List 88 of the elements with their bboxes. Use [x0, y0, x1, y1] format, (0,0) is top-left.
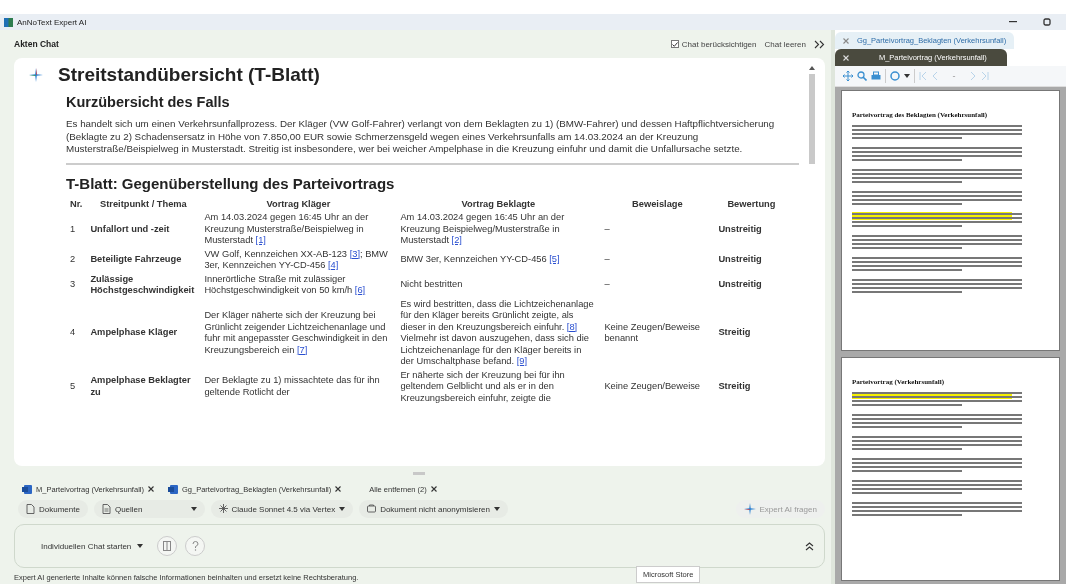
table-cell-text: Er näherte sich der Kreuzung bei für ihn geltendem Gelblicht und als er in den Kreuzungsbereich einfuhr, zeigte die	[399, 368, 566, 405]
circle-icon[interactable]	[889, 71, 900, 81]
double-chevron-up-icon[interactable]	[804, 541, 814, 551]
table-cell-text: Ampelphase Kläger	[89, 326, 179, 340]
option-button[interactable]: Dokumente	[18, 500, 88, 518]
word-document-icon	[22, 484, 32, 494]
splitter-handle[interactable]	[413, 471, 426, 475]
citation-link[interactable]: [7]	[296, 344, 308, 355]
table-cell-text: Unstreitig	[717, 278, 763, 292]
column-header: Vortrag Beklagte	[460, 197, 537, 211]
table-cell-text: –	[603, 222, 611, 236]
table-cell-text: 2	[69, 253, 77, 267]
word-document-icon	[167, 484, 178, 494]
check-icon	[671, 41, 678, 47]
table-cell-text: Beteiligte Fahrzeuge	[89, 253, 183, 267]
help-button[interactable]	[185, 536, 206, 556]
column-header: Beweislage	[631, 197, 684, 211]
caret-icon	[339, 507, 346, 511]
table-cell-text: Unstreitig	[717, 222, 763, 236]
window-title: AnNoText Expert AI	[17, 17, 87, 27]
answer-title: Streitstandübersicht (T-Blatt)	[58, 64, 320, 86]
start-chat-dropdown[interactable]: Individuellen Chat starten	[35, 537, 150, 555]
document-icon	[26, 504, 35, 514]
question-icon	[191, 541, 199, 551]
move-icon[interactable]	[842, 71, 853, 81]
table-cell-text: Der Kläger näherte sich der Kreuzung bei Grünlicht zeigender Lichtzeichenanlage und fuhr mit angepasster Geschwindigkeit in den Kreuzungsbereich ein [7]	[203, 309, 389, 357]
table-cell-text: 5	[69, 380, 77, 393]
book-button[interactable]	[157, 536, 178, 556]
table-cell-text: 1	[69, 222, 77, 236]
option-dropdown[interactable]: Quellen	[93, 500, 205, 518]
book-icon	[163, 541, 172, 551]
document-list-icon	[101, 504, 111, 514]
citation-link[interactable]: [5]	[549, 254, 560, 265]
option-dropdown[interactable]: Claude Sonnet 4.5 via Vertex	[210, 500, 354, 518]
column-header: Nr.	[69, 197, 84, 211]
minimize-icon	[1009, 21, 1017, 23]
table-cell-text: Zulässige Höchstgeschwindigkeit	[89, 272, 196, 297]
caret-icon	[903, 74, 910, 78]
table-cell-text: Am 14.03.2024 gegen 16:45 Uhr an der Kreuzung Musterstraße/Beispielweg in Musterstadt [1]	[203, 211, 370, 247]
citation-link[interactable]: [8]	[566, 321, 578, 332]
caret-icon	[493, 507, 500, 511]
section-heading: Kurzübersicht des Falls	[66, 94, 231, 110]
table-cell-text: –	[603, 253, 611, 267]
citation-link[interactable]: [3]	[349, 248, 360, 259]
table-cell-text: –	[603, 278, 611, 292]
table-cell-text: Innerörtliche Straße mit zulässiger Höchstgeschwindigkeit von 50 km/h [6]	[203, 272, 367, 297]
close-icon[interactable]	[430, 486, 437, 492]
table-cell-text: Streitig	[717, 326, 752, 340]
citation-link[interactable]: [4]	[327, 260, 339, 270]
citation-link[interactable]: [2]	[451, 235, 462, 245]
table-cell-text: 3	[69, 278, 77, 292]
column-header: Bewertung	[726, 197, 777, 211]
table-cell-text: 4	[69, 326, 77, 340]
caret-icon	[137, 544, 144, 548]
pane-title: Akten Chat	[14, 39, 60, 49]
table-cell-text: Keine Zeugen/Beweise	[603, 380, 702, 393]
column-header: Vortrag Kläger	[265, 197, 332, 211]
briefcase-icon	[367, 504, 377, 514]
citation-link[interactable]: [9]	[516, 356, 528, 366]
table-cell-text: Der Beklagte zu 1) missachtete das für ihn geltende Rotlicht der	[203, 374, 381, 399]
consider-chat-checkbox[interactable]: Chat berücksichtigen	[670, 39, 757, 49]
table-cell-text: Ampelphase Beklagter zu	[89, 374, 192, 399]
summary-paragraph: Es handelt sich um einen Verkehrsunfallprozess. Der Kläger (VW Golf-Fahrer) verlangt von dem Beklagten zu 1) (BMW-Fahrer) und dessen Haftpflichtversicherung (Beklagte zu 2) Schadensersatz in Höhe von 7.850,00 EUR sowie Schmerzensgeld wegen eines Verkehrsunfalls am 14.03.2024 an der Kreuzung Musterstraße/Beispielweg in Musterstadt. Streitig ist insbesondere, wer bei weicher Ampelphase in die Kreuzung einfuhr und damit die Unfallursache setzte.	[66, 118, 776, 156]
table-cell-text: Nicht bestritten	[399, 278, 464, 292]
restore-icon	[1043, 18, 1051, 26]
clear-chat-link[interactable]: Chat leeren	[764, 39, 806, 49]
citation-link[interactable]: [1]	[255, 235, 266, 245]
caret-icon	[190, 507, 197, 511]
double-chevron-icon[interactable]	[813, 39, 825, 49]
table-cell-text: Es wird bestritten, dass die Lichtzeichenanlage für den Kläger bereits Grünlicht zeigte, als dieser in den Kreuzungsbereich einfuhr. [8] Vielmehr ist davon auszugehen, dass sich die Lichtzeichenanlage für den Kläger bereits in der Umschaltphase befand. [9]	[399, 297, 595, 368]
table-cell-text: Streitig	[717, 380, 752, 393]
close-icon[interactable]	[335, 486, 342, 492]
close-icon[interactable]	[147, 486, 154, 492]
section-heading: T-Blatt: Gegenüberstellung des Parteivortrags	[66, 174, 396, 192]
table-cell-text: Am 14.03.2024 gegen 16:45 Uhr an der Kreuzung Beispielweg/Musterstraße in Musterstadt [2]	[399, 211, 566, 247]
table-cell-text: Keine Zeugen/Beweise benannt	[603, 320, 702, 345]
asterisk-icon	[218, 504, 228, 514]
scroll-up-icon	[808, 66, 815, 70]
app-icon	[4, 17, 13, 27]
citation-link[interactable]: [6]	[354, 285, 366, 295]
table-cell-text: Unfallort und -zeit	[89, 222, 171, 236]
column-header: Streitpunkt / Thema	[99, 197, 188, 211]
table-cell-text: VW Golf, Kennzeichen XX-AB-123 [3]; BMW 3er, Kennzeichen YY-CD-456 [4]	[203, 247, 389, 272]
table-cell-text: BMW 3er, Kennzeichen YY-CD-456 [5]	[399, 253, 561, 267]
table-cell-text: Unstreitig	[717, 253, 763, 267]
search-icon[interactable]	[856, 71, 867, 81]
option-dropdown[interactable]: Dokument nicht anonymisieren	[359, 500, 508, 518]
print-icon[interactable]	[870, 71, 881, 81]
